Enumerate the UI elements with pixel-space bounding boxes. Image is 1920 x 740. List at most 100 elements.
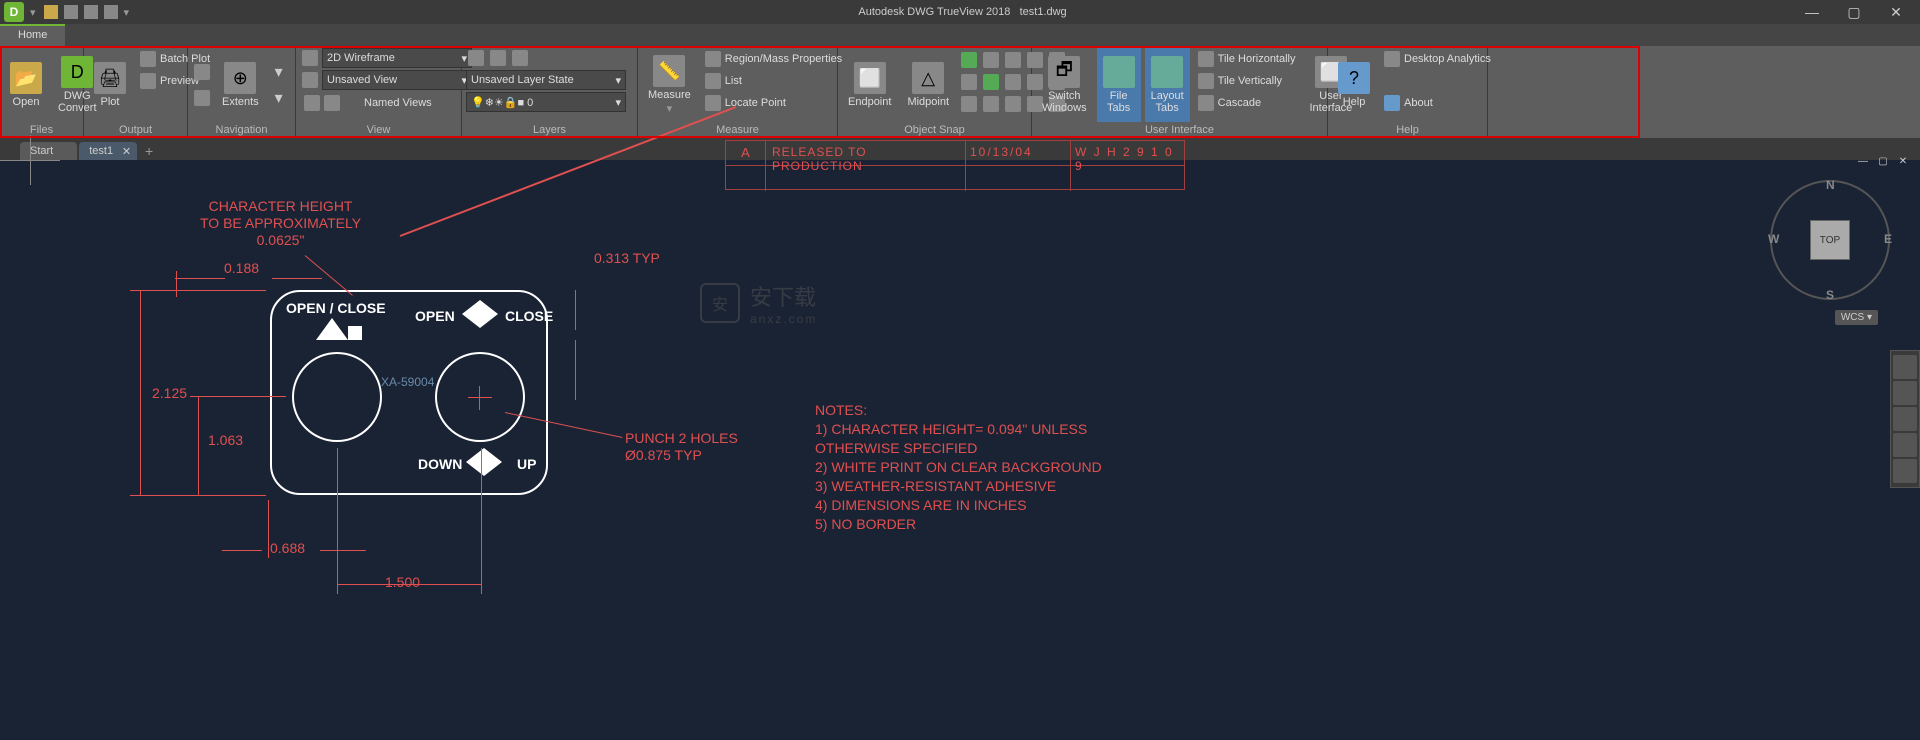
char-height-note: CHARACTER HEIGHT TO BE APPROXIMATELY 0.0… — [200, 198, 361, 249]
panel-title-layers: Layers — [462, 122, 637, 138]
nav-zoom-icon[interactable] — [1893, 407, 1917, 431]
viewcube-n[interactable]: N — [1826, 178, 1835, 192]
nav-wheel-icon[interactable] — [1893, 355, 1917, 379]
help-button[interactable]: ?Help — [1332, 48, 1376, 122]
saved-view-combo[interactable]: Unsaved View▾ — [322, 70, 472, 90]
close-button[interactable]: ✕ — [1876, 1, 1916, 23]
osnap-center-icon[interactable] — [959, 50, 979, 70]
layer-state-combo[interactable]: Unsaved Layer State▾ — [466, 70, 626, 90]
tab-home[interactable]: Home — [0, 24, 65, 46]
cascade-button[interactable]: Cascade — [1194, 92, 1300, 114]
osnap-ins-icon[interactable] — [959, 72, 979, 92]
visual-style-icon[interactable] — [300, 48, 320, 68]
nav-fwd-icon[interactable]: ▾ — [269, 88, 289, 108]
panel-view: 2D Wireframe▾ Unsaved View▾ Named Views … — [296, 46, 462, 138]
doc-window-controls: — ▢ ✕ — [1854, 154, 1912, 168]
osnap-par-icon[interactable] — [959, 94, 979, 114]
osnap-perp-icon[interactable] — [981, 72, 1001, 92]
arrow-up-icon — [316, 318, 362, 345]
osnap-7-icon[interactable] — [1003, 94, 1023, 114]
rev-date: 10/13/04 — [966, 141, 1071, 165]
ribbon-tabs: Home — [0, 24, 1920, 46]
tile-h-button[interactable]: Tile Horizontally — [1194, 48, 1300, 70]
drawing-canvas[interactable]: — ▢ ✕ A RELEASED TO PRODUCTION 10/13/04 … — [0, 160, 1920, 740]
minimize-button[interactable]: — — [1792, 1, 1832, 23]
viewcube[interactable]: TOP N S W E — [1770, 180, 1890, 300]
rev-letter: A — [726, 141, 766, 165]
dim-688: 0.688 — [270, 540, 305, 556]
window-controls: — ▢ ✕ — [1792, 1, 1920, 23]
measure-button[interactable]: 📏Measure▾ — [642, 48, 697, 122]
viewcube-s[interactable]: S — [1826, 288, 1834, 302]
open-button[interactable]: 📂Open — [4, 48, 48, 122]
about-button[interactable]: About — [1380, 92, 1495, 114]
titlebar: D ▾ ▾ Autodesk DWG TrueView 2018 test1.d… — [0, 0, 1920, 24]
wcs-badge[interactable]: WCS ▾ — [1835, 310, 1878, 325]
plot-button[interactable]: 🖨Plot — [88, 48, 132, 122]
layer-icon-1[interactable] — [466, 48, 486, 68]
region-mass-button[interactable]: Region/Mass Properties — [701, 48, 846, 70]
panel-osnap: ⬜Endpoint △Midpoint Object Snap — [838, 46, 1032, 138]
file-tabs-button[interactable]: File Tabs — [1097, 48, 1141, 122]
midpoint-button[interactable]: △Midpoint — [901, 48, 955, 122]
doc-tab-add[interactable]: + — [139, 142, 159, 160]
nav-showmotion-icon[interactable] — [1893, 459, 1917, 483]
qat-preview-icon[interactable] — [82, 3, 100, 21]
viewcube-e[interactable]: E — [1884, 232, 1892, 246]
panel-title-help: Help — [1328, 122, 1487, 138]
dim-188: 0.188 — [224, 260, 259, 276]
app-logo[interactable]: D — [4, 2, 24, 22]
dim-688-l1 — [222, 550, 262, 551]
layer-icon-3[interactable] — [510, 48, 530, 68]
nav-pan-icon[interactable] — [1893, 381, 1917, 405]
notes-block: NOTES: 1) CHARACTER HEIGHT= 0.094" UNLES… — [815, 401, 1102, 534]
extents-button[interactable]: ⊕Extents — [216, 60, 265, 110]
panel-title-measure: Measure — [638, 122, 837, 138]
desktop-analytics-button[interactable]: Desktop Analytics — [1380, 48, 1495, 70]
panel-files: 📂Open DDWG Convert Files — [0, 46, 84, 138]
doc-close-button[interactable]: ✕ — [1894, 154, 1912, 168]
tile-v-button[interactable]: Tile Vertically — [1194, 70, 1300, 92]
maximize-button[interactable]: ▢ — [1834, 1, 1874, 23]
dim-1500: 1.500 — [385, 574, 420, 590]
dim-313: 0.313 TYP — [594, 250, 660, 266]
panel-output: 🖨Plot Batch Plot Preview Output — [84, 46, 188, 138]
doc-tab-file[interactable]: test1✕ — [79, 142, 137, 160]
osnap-none-icon[interactable] — [981, 94, 1001, 114]
visual-style-combo[interactable]: 2D Wireframe▾ — [322, 48, 472, 68]
layer-combo[interactable]: 💡❄☀🔒■ 0▾ — [466, 92, 626, 112]
dim-313-line1 — [575, 290, 576, 330]
named-views-button[interactable]: Named Views — [300, 92, 472, 114]
panel-title-output: Output — [84, 122, 187, 138]
orbit-icon[interactable] — [192, 88, 212, 108]
nav-orbit-icon[interactable] — [1893, 433, 1917, 457]
dim-688-ext2 — [337, 448, 338, 594]
dim-688-ext1 — [268, 500, 269, 558]
pan-icon[interactable] — [192, 62, 212, 82]
view-icon[interactable] — [300, 70, 320, 90]
qat-plot-icon[interactable] — [62, 3, 80, 21]
doc-tab-start[interactable]: Start — [20, 142, 77, 160]
dim-188-ext1 — [176, 271, 177, 297]
panel-navigation: ⊕Extents ▾ ▾ Navigation — [188, 46, 296, 138]
doc-max-button[interactable]: ▢ — [1874, 154, 1892, 168]
revision-table: A RELEASED TO PRODUCTION 10/13/04 W J H … — [725, 140, 1185, 190]
up-label: UP — [517, 456, 536, 472]
arrow-leftright2-icon — [466, 448, 502, 476]
viewcube-w[interactable]: W — [1768, 232, 1779, 246]
switch-windows-button[interactable]: 🗗Switch Windows — [1036, 48, 1093, 122]
endpoint-button[interactable]: ⬜Endpoint — [842, 48, 897, 122]
list-button[interactable]: List — [701, 70, 846, 92]
qat-publish-icon[interactable] — [102, 3, 120, 21]
dim-188-line1 — [175, 278, 225, 279]
osnap-quad-icon[interactable] — [1003, 50, 1023, 70]
qat-open-icon[interactable] — [42, 3, 60, 21]
layer-icon-2[interactable] — [488, 48, 508, 68]
layout-tabs-button[interactable]: Layout Tabs — [1145, 48, 1190, 122]
viewcube-top[interactable]: TOP — [1810, 220, 1850, 260]
nav-back-icon[interactable]: ▾ — [269, 62, 289, 82]
panel-measure: 📏Measure▾ Region/Mass Properties List Lo… — [638, 46, 838, 138]
osnap-tan-icon[interactable] — [1003, 72, 1023, 92]
osnap-node-icon[interactable] — [981, 50, 1001, 70]
doc-min-button[interactable]: — — [1854, 154, 1872, 168]
